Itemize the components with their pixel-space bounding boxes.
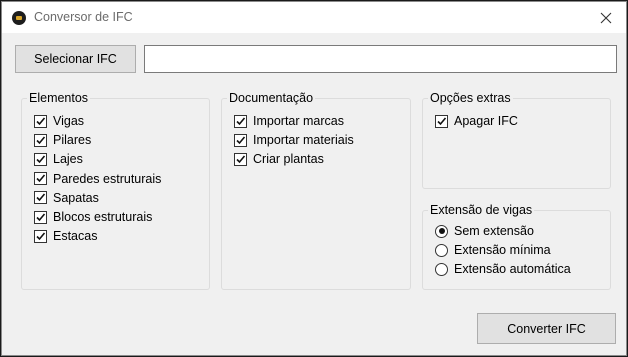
radio-option[interactable]: Sem extensão [435,223,534,239]
checkbox-label: Paredes estruturais [53,171,162,186]
checkbox-item[interactable]: Paredes estruturais [34,171,161,187]
elementos-group: Elementos Vigas Pilares Lajes Paredes estru… [21,91,210,290]
checkbox[interactable] [34,191,47,205]
checkmark-icon [236,116,246,125]
checkbox-item[interactable]: Pilares [34,132,91,148]
window-title: Conversor de IFC [34,10,133,24]
checkbox-label: Pilares [53,133,92,148]
checkbox[interactable] [34,152,47,166]
checkmark-icon [437,116,447,125]
elementos-group-label: Elementos [27,91,91,106]
checkbox-item[interactable]: Apagar IFC [435,113,518,129]
checkbox-item[interactable]: Lajes [34,151,83,167]
checkbox[interactable] [34,172,47,186]
checkbox-item[interactable]: Estacas [34,228,97,244]
documentacao-group-label: Documentação [227,91,316,106]
checkbox[interactable] [34,114,47,128]
ifc-path-input[interactable] [144,45,617,73]
checkbox-label: Vigas [53,114,85,128]
radio-label: Sem extensão [454,224,534,238]
checkmark-icon [36,232,46,240]
checkbox-label: Criar plantas [253,152,324,166]
radio-button[interactable] [435,243,448,257]
checkmark-icon [236,154,246,163]
extensao-vigas-group-label: Extensão de vigas [428,203,535,218]
close-icon [600,12,612,23]
checkbox-item[interactable]: Sapatas [34,190,99,206]
extensao-vigas-group: Extensão de vigas Sem extensão Extensão m… [422,203,611,290]
checkbox[interactable] [234,114,247,128]
radio-option[interactable]: Extensão automática [435,261,571,277]
checkbox[interactable] [34,210,47,224]
radio-label: Extensão mínima [454,243,551,257]
checkbox-item[interactable]: Criar plantas [234,151,324,167]
checkbox[interactable] [435,114,448,128]
checkbox-item[interactable]: Vigas [34,113,84,129]
close-button[interactable] [586,2,626,33]
checkbox-label: Estacas [53,229,98,244]
documentacao-group: Documentação Importar marcas Importar mat… [221,91,411,290]
checkbox[interactable] [34,133,47,147]
main-window: Conversor de IFC Selecionar IFC Elemento… [1,1,627,356]
checkbox-label: Blocos estruturais [53,210,153,224]
checkbox-item[interactable]: Importar marcas [234,113,344,129]
opcoes-extras-group: Opções extras Apagar IFC [422,91,611,189]
radio-option[interactable]: Extensão mínima [435,242,551,258]
checkbox[interactable] [234,152,247,166]
convert-ifc-button[interactable]: Converter IFC [477,313,616,344]
checkbox-label: Sapatas [53,190,99,205]
checkmark-icon [236,135,246,144]
checkmark-icon [36,174,46,183]
radio-label: Extensão automática [454,262,571,276]
checkbox-item[interactable]: Blocos estruturais [34,209,152,225]
checkbox-label: Apagar IFC [454,114,518,128]
checkbox-label: Lajes [53,152,83,167]
checkbox-label: Importar materiais [253,133,354,147]
checkmark-icon [36,116,46,125]
checkbox-label: Importar marcas [253,114,344,128]
checkmark-icon [36,193,46,202]
opcoes-extras-group-label: Opções extras [428,91,513,106]
title-bar[interactable]: Conversor de IFC [2,2,626,33]
checkbox[interactable] [234,133,247,147]
radio-button[interactable] [435,262,448,276]
checkmark-icon [36,136,46,144]
checkmark-icon [36,155,46,164]
select-ifc-button[interactable]: Selecionar IFC [15,45,136,73]
radio-button[interactable] [435,224,448,238]
app-logo-icon [12,11,26,25]
checkmark-icon [36,212,46,221]
checkbox[interactable] [34,229,47,243]
checkbox-item[interactable]: Importar materiais [234,132,354,148]
